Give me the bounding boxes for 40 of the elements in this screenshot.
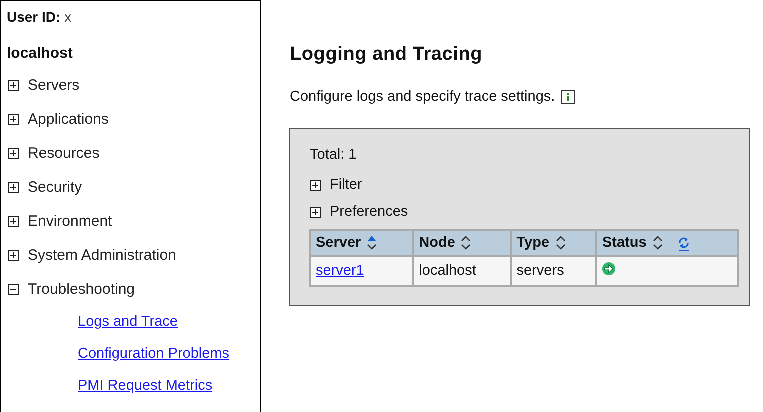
- toggle-label[interactable]: Filter: [330, 177, 362, 193]
- expand-icon[interactable]: [8, 216, 19, 226]
- column-header[interactable]: Server: [310, 230, 414, 256]
- user-id-value: x: [64, 9, 72, 25]
- column-header[interactable]: Status: [596, 230, 738, 256]
- tree-item[interactable]: Servers: [28, 76, 80, 94]
- user-id-label: User ID:: [7, 9, 61, 25]
- tree-item[interactable]: System Administration: [28, 246, 176, 264]
- expand-icon[interactable]: [8, 114, 19, 124]
- page-title: Logging and Tracing: [290, 44, 484, 66]
- nav-link[interactable]: PMI Request Metrics: [78, 370, 260, 402]
- sort-icon[interactable]: [367, 235, 378, 251]
- server-link[interactable]: server1: [316, 263, 364, 279]
- sort-icon[interactable]: [461, 235, 472, 251]
- table-cell: localhost: [413, 256, 511, 286]
- expand-icon[interactable]: [8, 182, 19, 192]
- tree-item[interactable]: Resources: [28, 144, 100, 162]
- sort-icon[interactable]: [652, 235, 663, 251]
- expand-icon[interactable]: [8, 80, 19, 90]
- column-header[interactable]: Node: [413, 230, 511, 256]
- expand-icon[interactable]: [310, 206, 321, 218]
- nav-link[interactable]: Logs and Trace: [78, 306, 260, 338]
- column-header[interactable]: Type: [510, 230, 596, 256]
- refresh-icon[interactable]: [676, 235, 691, 251]
- expand-icon[interactable]: [310, 180, 321, 190]
- expand-icon[interactable]: [8, 250, 19, 260]
- host-name: localhost: [7, 45, 74, 62]
- nav-link[interactable]: Configuration Problems: [78, 338, 260, 370]
- total-count: Total: 1: [310, 147, 358, 163]
- toggle-label[interactable]: Preferences: [330, 204, 408, 220]
- expand-icon[interactable]: [8, 148, 19, 158]
- page-description: Configure logs and specify trace settings.: [290, 89, 556, 105]
- table-cell: servers: [510, 256, 596, 286]
- collapse-icon[interactable]: [8, 284, 19, 294]
- tree-item[interactable]: Applications: [28, 110, 109, 128]
- tree-item[interactable]: Environment: [28, 212, 112, 230]
- tree-item[interactable]: Security: [28, 178, 82, 196]
- sort-icon[interactable]: [556, 235, 566, 251]
- tree-item[interactable]: Troubleshooting: [28, 280, 136, 298]
- info-icon[interactable]: [561, 90, 576, 104]
